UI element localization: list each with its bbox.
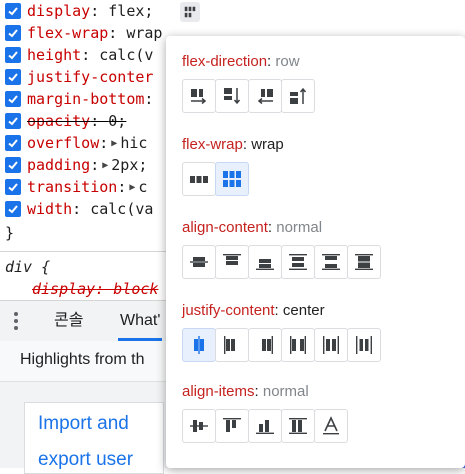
property-name[interactable]: margin-bottom bbox=[27, 90, 144, 108]
declaration-margin-bottom: margin-bottom: bbox=[0, 88, 153, 110]
tab-whats-new[interactable]: What' bbox=[118, 301, 163, 341]
property-value[interactable]: c bbox=[138, 178, 147, 196]
more-tabs-icon[interactable] bbox=[13, 309, 19, 333]
align-content-space-around-icon[interactable] bbox=[281, 245, 315, 279]
declaration-justify-content: justify-conter bbox=[0, 66, 153, 88]
align-items-center-icon[interactable] bbox=[182, 409, 216, 443]
declaration-width: width: calc(va bbox=[0, 198, 153, 220]
flex-direction-row-reverse-icon[interactable] bbox=[248, 79, 282, 113]
property-value[interactable]: 2px; bbox=[111, 156, 147, 174]
section-key: justify-content bbox=[182, 302, 275, 319]
tab-console[interactable]: 콘솔 bbox=[54, 301, 83, 341]
declaration-opacity: opacity: 0; bbox=[0, 110, 126, 132]
closing-brace: } bbox=[5, 224, 15, 242]
section-key: align-content bbox=[182, 219, 268, 236]
flex-direction-column-reverse-icon[interactable] bbox=[281, 79, 315, 113]
card-link[interactable]: Import and bbox=[38, 413, 129, 435]
align-content-flex-start-icon[interactable] bbox=[215, 245, 249, 279]
flexbox-editor-popover: flex-direction: row flex-wrap: wrap alig… bbox=[166, 36, 465, 468]
align-items-section: align-items: normal bbox=[182, 382, 348, 443]
declaration-padding: padding: ▶ 2px; bbox=[0, 154, 147, 176]
declaration-transition: transition: ▶ c bbox=[0, 176, 147, 198]
align-content-center-icon[interactable] bbox=[182, 245, 216, 279]
property-value[interactable]: hic bbox=[120, 134, 147, 152]
property-name[interactable]: transition bbox=[27, 178, 117, 196]
flex-direction-section: flex-direction: row bbox=[182, 52, 315, 113]
property-name[interactable]: overflow bbox=[27, 134, 99, 152]
property-value[interactable]: 0; bbox=[108, 112, 126, 130]
checkbox[interactable] bbox=[5, 3, 21, 19]
expand-triangle-icon[interactable]: ▶ bbox=[102, 160, 108, 171]
flex-wrap-icon[interactable] bbox=[215, 162, 249, 196]
justify-content-center-icon[interactable] bbox=[182, 328, 216, 362]
css-rule-selector: div { bbox=[5, 256, 50, 278]
checkbox[interactable] bbox=[5, 135, 21, 151]
section-value: normal bbox=[276, 219, 323, 236]
declaration-overflow: overflow: ▶ hic bbox=[0, 132, 147, 154]
checkbox[interactable] bbox=[5, 47, 21, 63]
section-key: flex-direction bbox=[182, 53, 268, 70]
styles-pane: display: flex; flex-wrap: wrap height: c… bbox=[0, 0, 465, 474]
align-items-stretch-icon[interactable] bbox=[281, 409, 315, 443]
section-value: wrap bbox=[251, 136, 284, 153]
declaration-display-block: display: block bbox=[32, 278, 158, 300]
flex-nowrap-icon[interactable] bbox=[182, 162, 216, 196]
align-content-section: align-content: normal bbox=[182, 218, 381, 279]
justify-content-section: justify-content: center bbox=[182, 301, 381, 362]
checkbox[interactable] bbox=[5, 113, 21, 129]
section-value: normal bbox=[262, 383, 309, 400]
property-value[interactable]: calc(va bbox=[90, 200, 153, 218]
property-value[interactable]: calc(v bbox=[99, 46, 153, 64]
flexbox-editor-icon[interactable] bbox=[180, 2, 200, 22]
justify-content-flex-end-icon[interactable] bbox=[248, 328, 282, 362]
section-key: flex-wrap bbox=[182, 136, 243, 153]
declaration-display: display: flex; bbox=[0, 0, 153, 22]
checkbox[interactable] bbox=[5, 25, 21, 41]
justify-content-space-around-icon[interactable] bbox=[314, 328, 348, 362]
justify-content-space-evenly-icon[interactable] bbox=[347, 328, 381, 362]
property-name[interactable]: width bbox=[27, 200, 72, 218]
section-value: row bbox=[275, 53, 300, 70]
property-name[interactable]: padding bbox=[27, 156, 90, 174]
property-name[interactable]: flex-wrap bbox=[27, 24, 108, 42]
align-content-stretch-icon[interactable] bbox=[347, 245, 381, 279]
property-name[interactable]: display bbox=[27, 2, 90, 20]
justify-content-space-between-icon[interactable] bbox=[281, 328, 315, 362]
overridden-declaration: display: block bbox=[32, 280, 159, 298]
property-value[interactable]: flex; bbox=[108, 2, 153, 20]
flex-wrap-section: flex-wrap: wrap bbox=[182, 135, 284, 196]
feature-card[interactable]: Import and export user bbox=[24, 402, 164, 474]
flex-direction-row-icon[interactable] bbox=[182, 79, 216, 113]
justify-content-flex-start-icon[interactable] bbox=[215, 328, 249, 362]
checkbox[interactable] bbox=[5, 91, 21, 107]
align-items-flex-start-icon[interactable] bbox=[215, 409, 249, 443]
align-content-flex-end-icon[interactable] bbox=[248, 245, 282, 279]
expand-triangle-icon[interactable]: ▶ bbox=[129, 182, 135, 193]
checkbox[interactable] bbox=[5, 157, 21, 173]
selector-text[interactable]: div { bbox=[5, 258, 50, 276]
property-name[interactable]: justify-conter bbox=[27, 68, 153, 86]
checkbox[interactable] bbox=[5, 69, 21, 85]
align-content-space-between-icon[interactable] bbox=[314, 245, 348, 279]
checkbox[interactable] bbox=[5, 179, 21, 195]
checkbox[interactable] bbox=[5, 201, 21, 217]
section-value: center bbox=[282, 302, 325, 319]
property-name[interactable]: opacity bbox=[27, 112, 90, 130]
declaration-flex-wrap: flex-wrap: wrap bbox=[0, 22, 162, 44]
section-key: align-items bbox=[182, 383, 255, 400]
expand-triangle-icon[interactable]: ▶ bbox=[111, 138, 117, 149]
property-name[interactable]: height bbox=[27, 46, 81, 64]
declaration-height: height: calc(v bbox=[0, 44, 153, 66]
align-items-flex-end-icon[interactable] bbox=[248, 409, 282, 443]
highlights-title: Highlights from th bbox=[20, 351, 145, 368]
property-value[interactable]: wrap bbox=[126, 24, 162, 42]
align-items-baseline-icon[interactable] bbox=[314, 409, 348, 443]
flex-direction-column-icon[interactable] bbox=[215, 79, 249, 113]
